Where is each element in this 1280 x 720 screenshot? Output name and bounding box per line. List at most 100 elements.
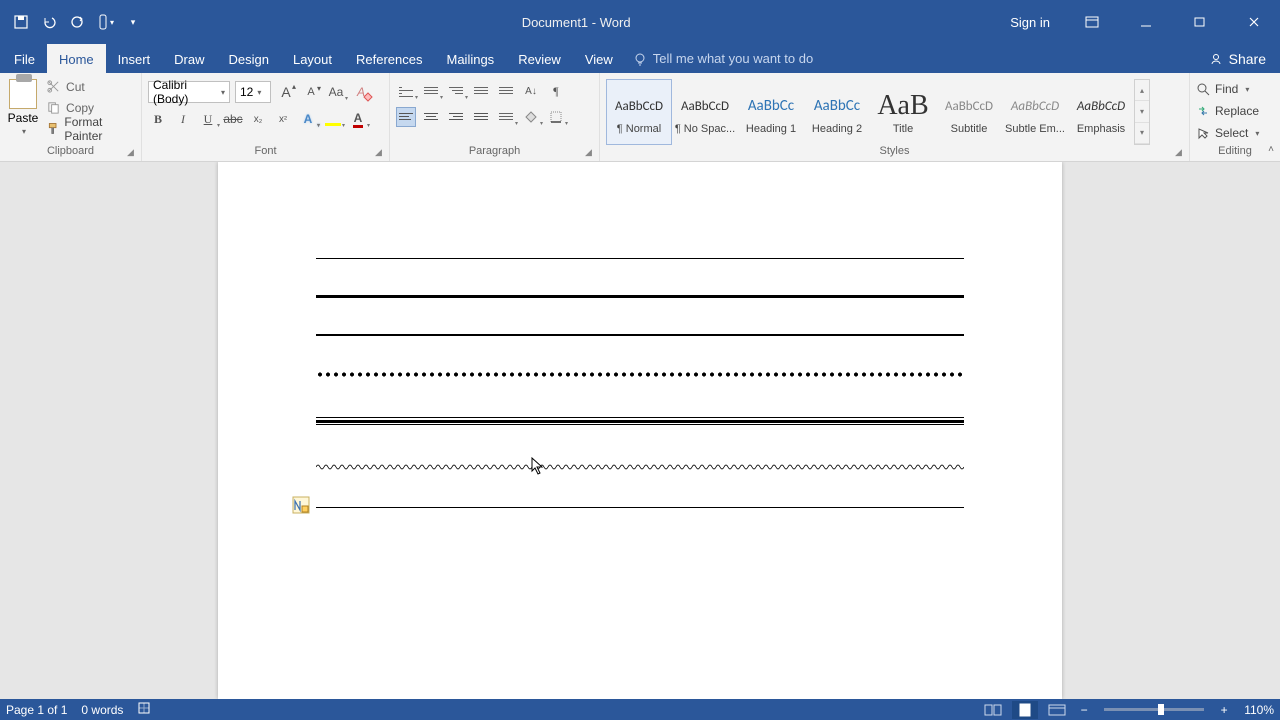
style-item[interactable]: AaBbCcDSubtitle <box>936 79 1002 145</box>
maximize-icon[interactable] <box>1180 8 1220 36</box>
tab-layout[interactable]: Layout <box>281 44 344 73</box>
tab-file[interactable]: File <box>2 44 47 73</box>
page[interactable] <box>218 162 1062 699</box>
subscript-button[interactable]: x <box>248 109 268 129</box>
highlight-button[interactable] <box>323 109 343 129</box>
style-item[interactable]: AaBbCcD¶ Normal <box>606 79 672 145</box>
window-title: Document1 - Word <box>522 15 631 30</box>
grow-font-button[interactable]: A▴ <box>276 82 296 102</box>
text-effects-button[interactable]: A <box>298 109 318 129</box>
tab-view[interactable]: View <box>573 44 625 73</box>
tab-home[interactable]: Home <box>47 44 106 73</box>
page-count[interactable]: Page 1 of 1 <box>6 703 67 717</box>
replace-label: Replace <box>1215 104 1259 118</box>
format-painter-button[interactable]: Format Painter <box>46 119 135 138</box>
font-name-combo[interactable]: Calibri (Body)▾ <box>148 81 230 103</box>
spellcheck-icon[interactable] <box>137 701 153 718</box>
select-label: Select <box>1215 126 1248 140</box>
cut-button[interactable]: Cut <box>46 77 135 96</box>
paragraph-group-label: Paragraph <box>396 145 593 159</box>
autocorrect-options-icon[interactable] <box>292 496 310 514</box>
styles-gallery[interactable]: AaBbCcD¶ NormalAaBbCcD¶ No Spac...AaBbCc… <box>606 77 1183 145</box>
justify-button[interactable] <box>471 107 491 127</box>
tab-review[interactable]: Review <box>506 44 573 73</box>
style-item[interactable]: AaBbCcHeading 2 <box>804 79 870 145</box>
clear-formatting-button[interactable]: A <box>351 82 371 102</box>
align-center-button[interactable] <box>421 107 441 127</box>
ribbon-options-icon[interactable] <box>1072 8 1112 36</box>
share-icon <box>1209 52 1223 66</box>
zoom-slider[interactable] <box>1104 708 1204 711</box>
underline-button[interactable]: U <box>198 109 218 129</box>
style-item[interactable]: AaBbCcD¶ No Spac... <box>672 79 738 145</box>
document-area[interactable] <box>0 162 1280 699</box>
lightbulb-icon <box>633 52 647 66</box>
style-item[interactable]: AaBTitle <box>870 79 936 145</box>
share-button[interactable]: Share <box>1195 44 1280 73</box>
strikethrough-button[interactable]: abc <box>223 109 243 129</box>
numbering-button[interactable] <box>421 81 441 101</box>
horizontal-line-thick <box>316 295 964 298</box>
horizontal-line-triple <box>316 417 964 425</box>
line-spacing-button[interactable] <box>496 107 516 127</box>
decrease-indent-button[interactable] <box>471 81 491 101</box>
horizontal-line-dotted <box>316 372 964 377</box>
tab-insert[interactable]: Insert <box>106 44 163 73</box>
redo-icon[interactable] <box>68 13 86 31</box>
read-mode-icon[interactable] <box>980 701 1006 719</box>
touch-mode-icon[interactable]: ▾ <box>96 13 114 31</box>
tell-me-search[interactable]: Tell me what you want to do <box>625 44 1195 73</box>
undo-icon[interactable] <box>40 13 58 31</box>
find-icon <box>1196 82 1210 96</box>
select-button[interactable]: Select▾ <box>1196 123 1259 143</box>
zoom-out-button[interactable]: − <box>1076 703 1092 717</box>
tab-draw[interactable]: Draw <box>162 44 216 73</box>
superscript-button[interactable]: x <box>273 109 293 129</box>
bullets-button[interactable] <box>396 81 416 101</box>
web-layout-icon[interactable] <box>1044 701 1070 719</box>
shrink-font-button[interactable]: A▾ <box>301 82 321 102</box>
style-item[interactable]: AaBbCcDEmphasis <box>1068 79 1134 145</box>
font-color-button[interactable]: A <box>348 109 368 129</box>
clipboard-dialog-icon[interactable]: ◢ <box>127 147 139 159</box>
change-case-button[interactable]: Aa <box>326 82 346 102</box>
print-layout-icon[interactable] <box>1012 701 1038 719</box>
close-icon[interactable] <box>1234 8 1274 36</box>
clipboard-group-label: Clipboard <box>6 145 135 159</box>
style-item[interactable]: AaBbCcHeading 1 <box>738 79 804 145</box>
multilevel-button[interactable] <box>446 81 466 101</box>
borders-button[interactable] <box>546 107 566 127</box>
sort-button[interactable]: A↓ <box>521 81 541 101</box>
style-item[interactable]: AaBbCcDSubtle Em... <box>1002 79 1068 145</box>
minimize-icon[interactable] <box>1126 8 1166 36</box>
italic-button[interactable]: I <box>173 109 193 129</box>
replace-button[interactable]: Replace <box>1196 101 1259 121</box>
increase-indent-button[interactable] <box>496 81 516 101</box>
format-painter-label: Format Painter <box>64 115 135 143</box>
title-bar: ▾ ▾ Document1 - Word Sign in <box>0 0 1280 44</box>
word-count[interactable]: 0 words <box>81 703 123 717</box>
align-left-button[interactable] <box>396 107 416 127</box>
sign-in-link[interactable]: Sign in <box>1010 15 1058 30</box>
styles-dialog-icon[interactable]: ◢ <box>1175 147 1187 159</box>
zoom-in-button[interactable]: + <box>1216 703 1232 717</box>
align-right-button[interactable] <box>446 107 466 127</box>
tab-references[interactable]: References <box>344 44 434 73</box>
paragraph-dialog-icon[interactable]: ◢ <box>585 147 597 159</box>
save-icon[interactable] <box>12 13 30 31</box>
font-dialog-icon[interactable]: ◢ <box>375 147 387 159</box>
styles-scroll[interactable]: ▴▾▾ <box>1134 79 1150 145</box>
find-button[interactable]: Find▾ <box>1196 79 1249 99</box>
collapse-ribbon-icon[interactable]: ˄ <box>1268 144 1274 155</box>
qat-customize-icon[interactable]: ▾ <box>124 13 142 31</box>
bold-button[interactable]: B <box>148 109 168 129</box>
ribbon: Paste ▾ Cut Copy Format Painter Clipboar… <box>0 73 1280 162</box>
zoom-level[interactable]: 110% <box>1244 703 1274 717</box>
font-size-combo[interactable]: 12▾ <box>235 81 271 103</box>
share-label: Share <box>1229 51 1266 67</box>
tab-design[interactable]: Design <box>217 44 281 73</box>
paste-button[interactable]: Paste ▾ <box>6 77 40 136</box>
show-marks-button[interactable]: ¶ <box>546 81 566 101</box>
tab-mailings[interactable]: Mailings <box>435 44 507 73</box>
shading-button[interactable] <box>521 107 541 127</box>
